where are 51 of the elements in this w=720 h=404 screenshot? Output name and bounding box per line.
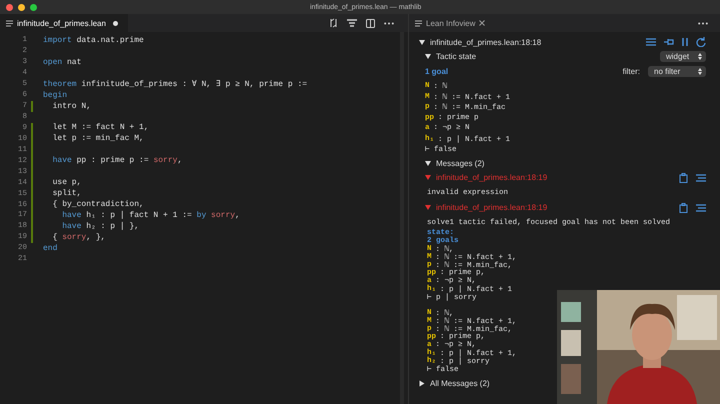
error-location-link[interactable]: infinitude_of_primes.lean:18:19 [436,173,548,182]
list-icon[interactable] [347,18,357,28]
code-line: use p, [52,178,82,188]
section-title: Tactic state [436,52,476,60]
updown-icon [698,68,702,75]
code-line: have h₂ : p ∣ }, [61,221,140,232]
close-icon[interactable] [479,20,486,26]
updown-icon [698,52,702,60]
minimize-button[interactable] [18,4,25,10]
refresh-icon[interactable] [696,37,706,47]
code-line: begin [43,90,68,100]
code-line: have pp : prime p := sorry, [52,156,182,166]
pin-icon[interactable] [664,38,674,46]
file-icon [6,20,13,26]
view-select[interactable]: widget [660,50,706,62]
code-line: { sorry, }, [52,232,106,242]
list-icon[interactable] [646,38,656,46]
code-line: open nat [43,58,82,67]
code-line: split, [52,189,82,198]
code-line: have h₁ : p ∣ fact N + 1 := by sorry, [61,210,240,220]
close-button[interactable] [6,4,13,10]
split-editor-icon[interactable] [366,18,375,28]
file-icon [415,20,422,26]
expand-icon[interactable] [419,40,425,44]
code-line: { by_contradiction, [52,200,144,210]
more-icon[interactable] [698,22,708,24]
pause-icon[interactable] [682,38,688,46]
expand-icon[interactable] [425,54,431,58]
code-line: import data.nat.prime [43,36,144,45]
filter-label: filter: [622,67,640,76]
expand-icon[interactable] [425,161,431,166]
filter-select[interactable]: no filter [648,66,706,77]
editor-tab[interactable]: infinitude_of_primes.lean [0,14,128,32]
code-line: intro N, [52,102,92,111]
code-line: end [43,244,58,253]
code-line: let M := fact N + 1, [52,123,149,132]
section-title: All Messages (2) [430,379,490,388]
code-line: let p := min_fac M, [52,134,144,144]
list-icon[interactable] [696,204,706,212]
goal-count: 1 goal [425,67,448,76]
clipboard-icon[interactable] [679,172,688,182]
code-line: theorem infinitude_of_primes : ∀ N, ∃ p ≥ N, prime p := [43,79,308,90]
list-icon[interactable] [696,174,706,182]
more-icon[interactable] [384,22,394,24]
clipboard-icon[interactable] [679,202,688,212]
section-title: Messages (2) [436,159,484,168]
expand-icon[interactable] [420,380,424,386]
maximize-button[interactable] [30,4,37,10]
location-title: infinitude_of_primes.lean:18:18 [430,38,542,46]
error-location-link[interactable]: infinitude_of_primes.lean:18:19 [436,203,548,212]
compare-icon[interactable] [329,18,338,28]
